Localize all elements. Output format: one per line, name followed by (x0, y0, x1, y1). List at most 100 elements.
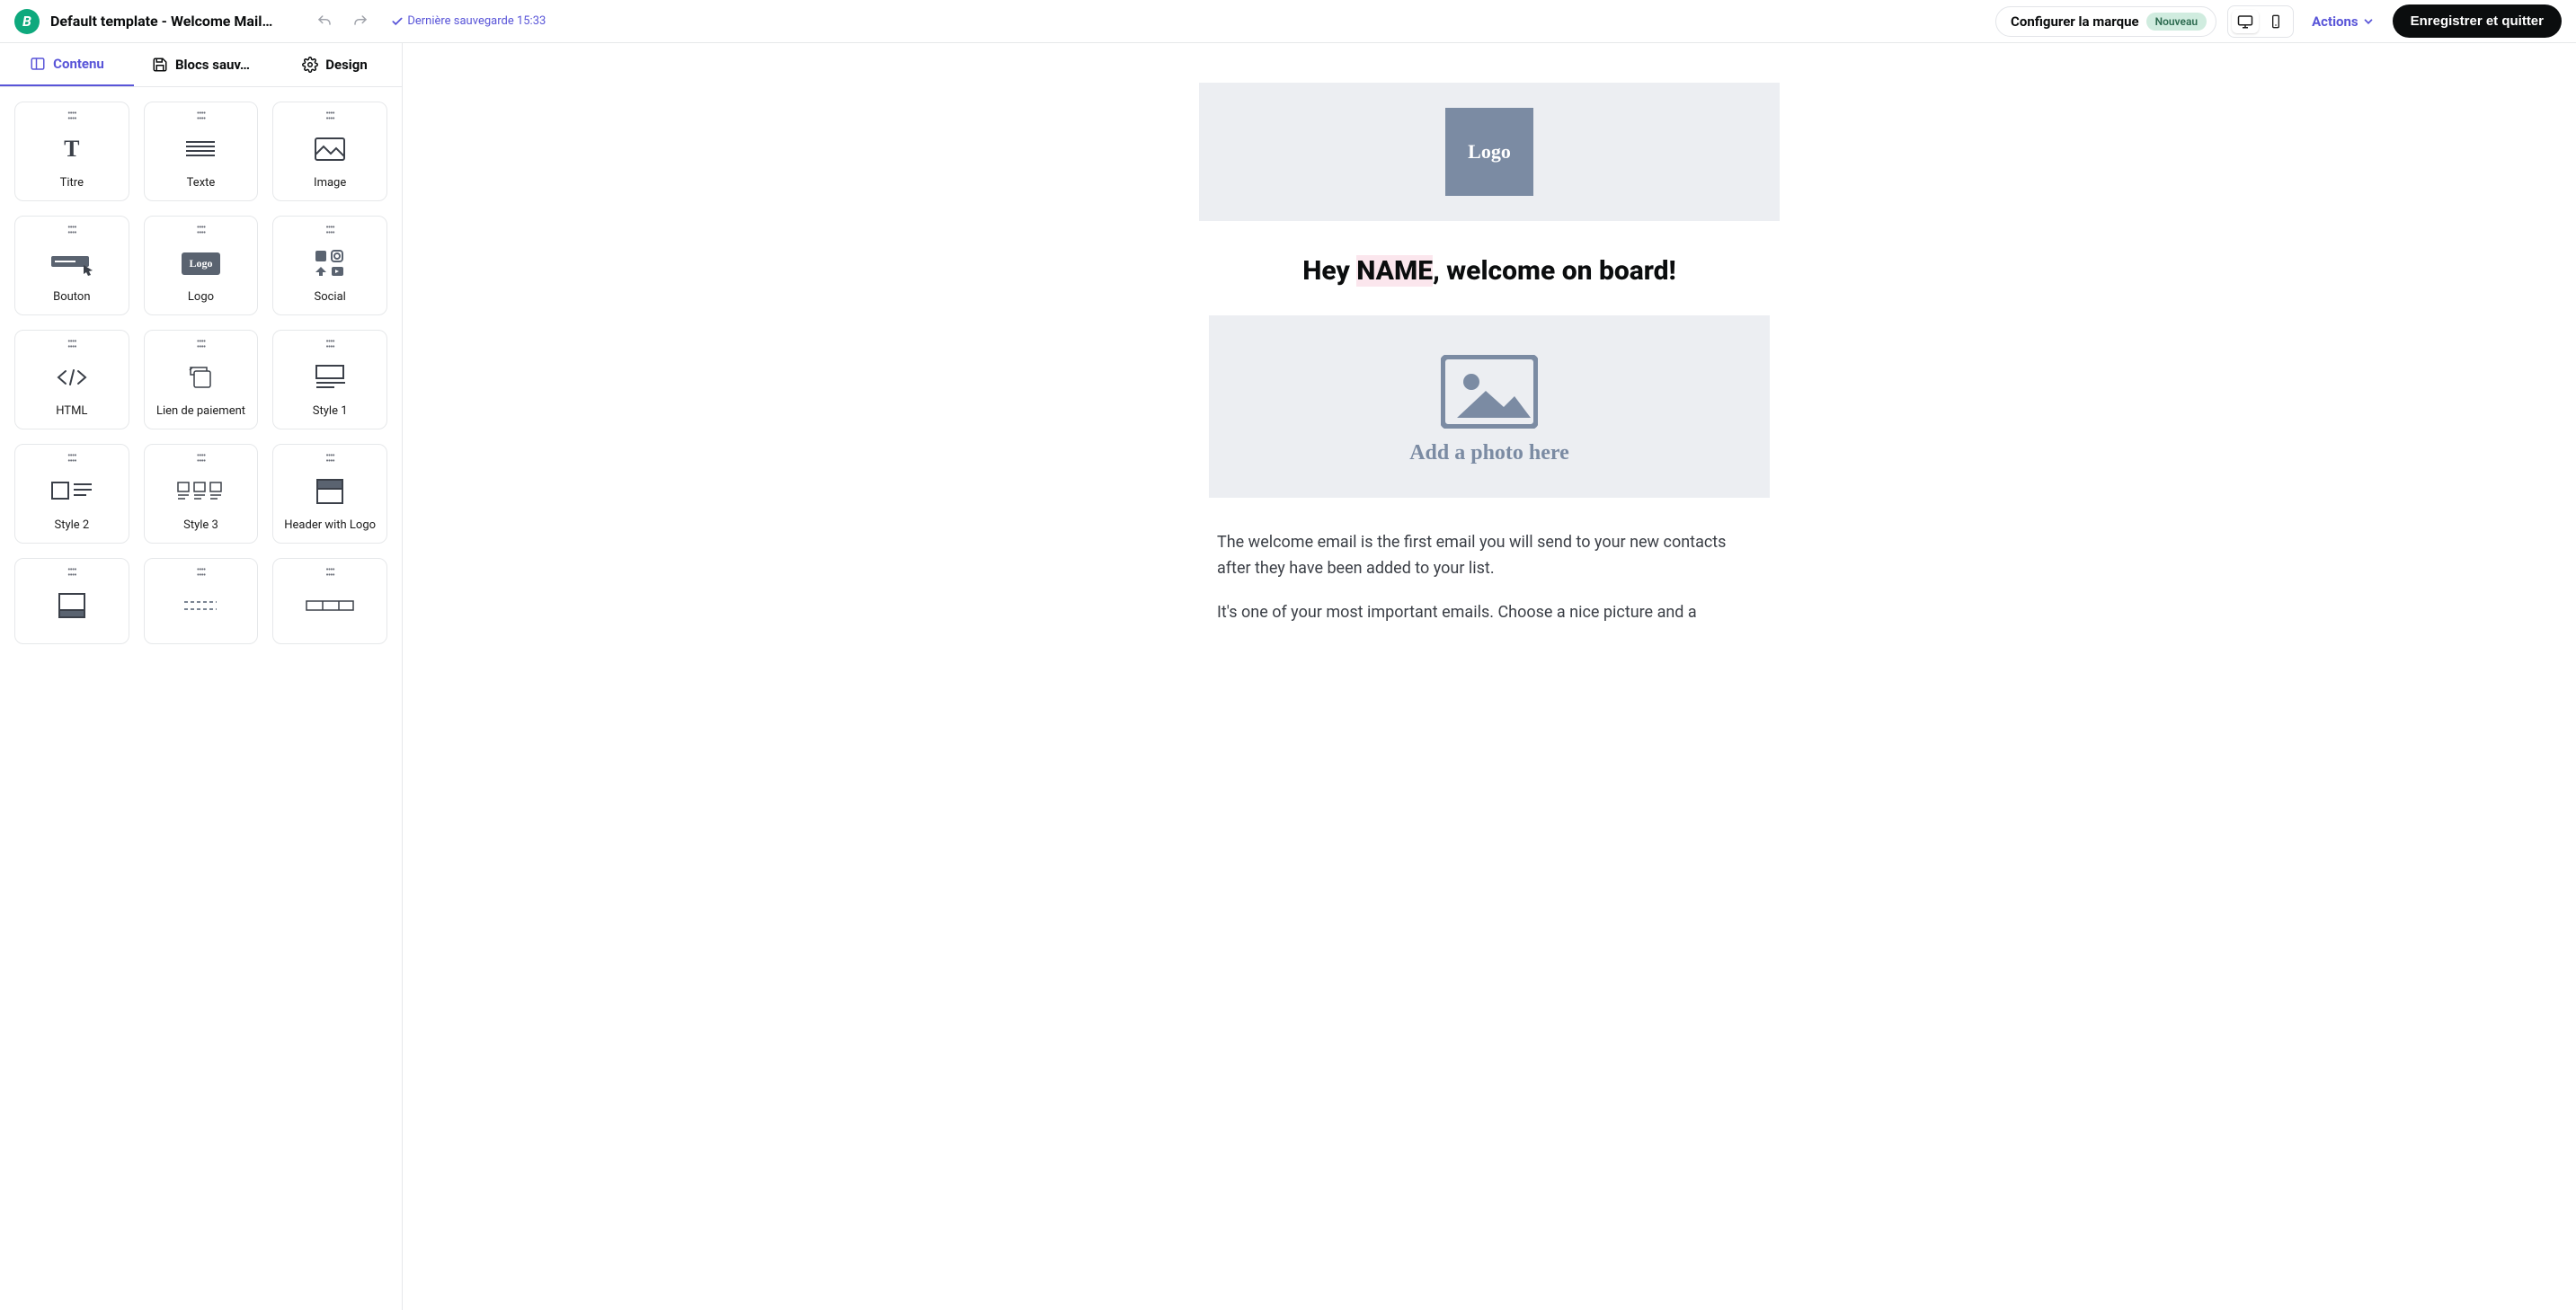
blocks-grid: •••••••• T Titre •••••••• Texte ••••••••… (0, 87, 402, 659)
grip-icon: •••••••• (325, 454, 334, 465)
headline-prefix: Hey (1302, 255, 1356, 287)
block-label: Texte (187, 176, 216, 190)
block-label: Bouton (53, 290, 90, 304)
grip-icon: •••••••• (67, 226, 76, 236)
grip-icon: •••••••• (325, 111, 334, 122)
block-style2[interactable]: •••••••• Style 2 (14, 444, 129, 544)
sidebar-tabs: Contenu Blocs sauv… Design (0, 43, 402, 87)
actions-label: Actions (2312, 13, 2358, 30)
grip-icon: •••••••• (197, 226, 206, 236)
block-row16[interactable]: •••••••• (272, 558, 387, 644)
logo-icon: Logo (182, 252, 219, 275)
block-header-logo[interactable]: •••••••• Header with Logo (272, 444, 387, 544)
undo-button[interactable] (312, 9, 337, 34)
photo-caption: Add a photo here (1409, 441, 1569, 465)
block-titre[interactable]: •••••••• T Titre (14, 102, 129, 201)
mobile-view-button[interactable] (2262, 10, 2289, 33)
block-label: Lien de paiement (156, 404, 245, 418)
grip-icon: •••••••• (197, 111, 206, 122)
paragraph-2: It's one of your most important emails. … (1217, 600, 1762, 626)
document-title: Default template - Welcome Mail… (50, 13, 272, 30)
block-label: Style 1 (313, 404, 348, 418)
block-logo[interactable]: •••••••• Logo Logo (144, 216, 259, 315)
grip-icon: •••••••• (67, 454, 76, 465)
block-row14[interactable]: •••••••• (14, 558, 129, 644)
social-icon (314, 249, 346, 278)
headline[interactable]: Hey NAME, welcome on board! (1199, 221, 1780, 315)
block-label: Titre (60, 176, 84, 190)
grip-icon: •••••••• (67, 568, 76, 579)
desktop-view-button[interactable] (2232, 10, 2259, 33)
brand-logo-letter: B (22, 13, 31, 30)
paragraph-1: The welcome email is the first email you… (1217, 530, 1762, 582)
style2-icon (50, 481, 93, 502)
grip-icon: •••••••• (197, 340, 206, 350)
tab-saved-blocks[interactable]: Blocs sauv… (134, 43, 268, 86)
divider-icon (182, 598, 218, 613)
style3-icon (176, 481, 225, 502)
block-label: HTML (56, 404, 87, 418)
canvas[interactable]: Logo Hey NAME, welcome on board! Add a p… (403, 43, 2576, 1310)
block-image[interactable]: •••••••• Image (272, 102, 387, 201)
footer-block-icon (58, 592, 86, 619)
brand-logo[interactable]: B (14, 9, 40, 34)
save-status-text: Dernière sauvegarde 15:33 (407, 14, 546, 28)
save-exit-button[interactable]: Enregistrer et quitter (2393, 4, 2562, 38)
block-row15[interactable]: •••••••• (144, 558, 259, 644)
title-icon: T (64, 136, 79, 163)
configure-brand-label: Configurer la marque (2011, 13, 2139, 30)
block-texte[interactable]: •••••••• Texte (144, 102, 259, 201)
tab-design[interactable]: Design (268, 43, 402, 86)
gear-icon (302, 57, 318, 73)
headline-name-variable: NAME (1356, 255, 1433, 287)
logo-placeholder-area[interactable]: Logo (1199, 83, 1780, 221)
tab-saved-label: Blocs sauv… (175, 57, 250, 73)
payment-icon (187, 364, 214, 391)
new-badge: Nouveau (2146, 13, 2207, 31)
photo-placeholder-icon (1441, 355, 1538, 429)
block-label: Logo (188, 290, 214, 304)
save-icon (152, 57, 168, 73)
columns-icon (305, 599, 355, 612)
main: Contenu Blocs sauv… Design •••••••• T Ti… (0, 43, 2576, 1310)
block-label: Style 3 (183, 518, 218, 532)
button-icon (49, 251, 94, 276)
block-style3[interactable]: •••••••• Style 3 (144, 444, 259, 544)
headline-suffix: , welcome on board! (1433, 255, 1676, 287)
block-label: Header with Logo (284, 518, 376, 532)
mobile-icon (2269, 14, 2283, 29)
grip-icon: •••••••• (325, 568, 334, 579)
save-status: Dernière sauvegarde 15:33 (391, 14, 546, 28)
tab-design-label: Design (325, 57, 368, 73)
grip-icon: •••••••• (197, 568, 206, 579)
check-icon (391, 15, 404, 28)
image-icon (315, 137, 345, 161)
layout-icon (30, 56, 46, 72)
configure-brand-button[interactable]: Configurer la marque Nouveau (1995, 6, 2216, 37)
header: B Default template - Welcome Mail… Derni… (0, 0, 2576, 43)
block-html[interactable]: •••••••• HTML (14, 330, 129, 429)
device-toggle (2227, 5, 2294, 38)
actions-dropdown[interactable]: Actions (2305, 8, 2382, 35)
sidebar: Contenu Blocs sauv… Design •••••••• T Ti… (0, 43, 403, 1310)
grip-icon: •••••••• (67, 111, 76, 122)
redo-button[interactable] (348, 9, 373, 34)
header-logo-icon (315, 478, 344, 505)
email-preview: Logo Hey NAME, welcome on board! Add a p… (1199, 83, 1780, 625)
logo-placeholder: Logo (1445, 108, 1533, 196)
code-icon (57, 367, 87, 387)
body-text[interactable]: The welcome email is the first email you… (1199, 498, 1780, 625)
tab-content[interactable]: Contenu (0, 43, 134, 86)
chevron-down-icon (2362, 15, 2375, 28)
block-style1[interactable]: •••••••• Style 1 (272, 330, 387, 429)
style1-icon (315, 364, 345, 391)
block-label: Style 2 (54, 518, 89, 532)
grip-icon: •••••••• (325, 340, 334, 350)
block-label: Social (314, 290, 345, 304)
block-paiement[interactable]: •••••••• Lien de paiement (144, 330, 259, 429)
grip-icon: •••••••• (67, 340, 76, 350)
block-bouton[interactable]: •••••••• Bouton (14, 216, 129, 315)
block-social[interactable]: •••••••• Social (272, 216, 387, 315)
grip-icon: •••••••• (197, 454, 206, 465)
photo-placeholder-area[interactable]: Add a photo here (1209, 315, 1770, 498)
